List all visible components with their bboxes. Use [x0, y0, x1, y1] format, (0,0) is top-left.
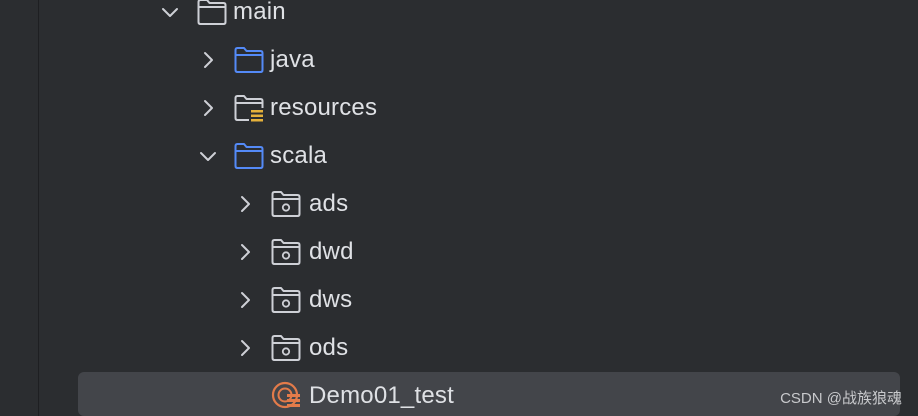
tree-item-label: dws	[309, 286, 353, 313]
folder-icon	[197, 0, 227, 25]
tree-item-label: Demo01_test	[309, 382, 454, 409]
tree-row-ads[interactable]: ads	[0, 180, 918, 228]
tree-item-label: java	[270, 46, 315, 73]
tree-item-label: ods	[309, 334, 349, 361]
watermark: CSDN @战族狼魂	[780, 390, 902, 407]
chevron-right-icon[interactable]	[233, 336, 257, 360]
chevron-right-icon[interactable]	[233, 288, 257, 312]
tree-item-label: scala	[270, 142, 328, 169]
chevron-right-icon[interactable]	[196, 96, 220, 120]
tree-item-label: ads	[309, 190, 349, 217]
source-folder-icon	[234, 47, 264, 73]
tree-row-scala[interactable]: scala	[0, 132, 918, 180]
source-folder-icon	[234, 143, 264, 169]
tree-item-label: main	[233, 0, 286, 25]
chevron-right-icon[interactable]	[196, 48, 220, 72]
tree-row-resources[interactable]: resources	[0, 84, 918, 132]
package-icon	[271, 191, 301, 217]
package-icon	[271, 239, 301, 265]
scala-object-icon	[271, 381, 300, 409]
tree-item-label: dwd	[309, 238, 354, 265]
package-icon	[271, 287, 301, 313]
project-tree: main java resources scala ads dwd dws od…	[0, 0, 918, 416]
tree-row-dwd[interactable]: dwd	[0, 228, 918, 276]
tree-row-dws[interactable]: dws	[0, 276, 918, 324]
selection-highlight	[78, 372, 900, 416]
tree-row-main[interactable]: main	[0, 0, 918, 36]
chevron-right-icon[interactable]	[233, 240, 257, 264]
tree-item-label: resources	[270, 94, 378, 121]
tree-row-ods[interactable]: ods	[0, 324, 918, 372]
package-icon	[271, 335, 301, 361]
chevron-right-icon[interactable]	[233, 192, 257, 216]
tree-row-java[interactable]: java	[0, 36, 918, 84]
resources-folder-icon	[234, 95, 264, 122]
chevron-down-icon[interactable]	[196, 144, 220, 168]
chevron-down-icon[interactable]	[158, 0, 182, 24]
